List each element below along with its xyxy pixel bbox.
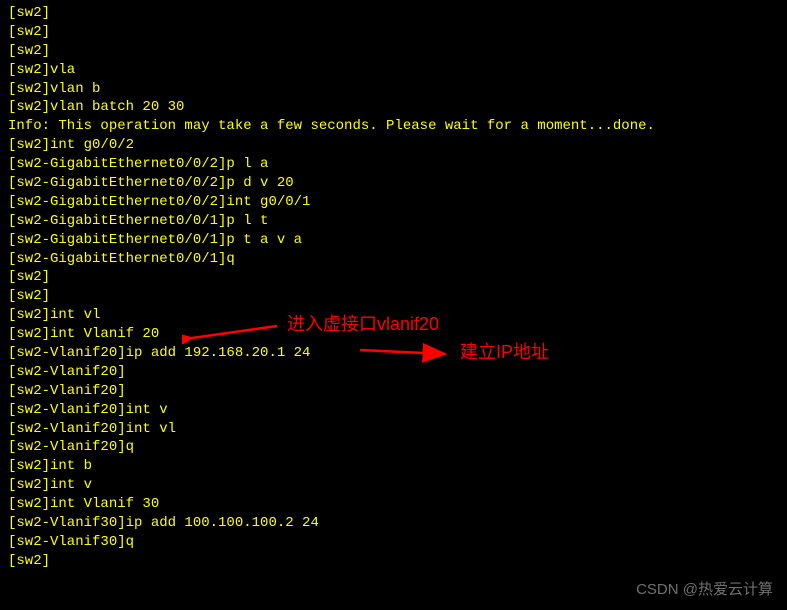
terminal-line: [sw2-Vlanif20]int vl bbox=[8, 420, 779, 439]
terminal-line: [sw2]vla bbox=[8, 61, 779, 80]
terminal-output[interactable]: [sw2] [sw2] [sw2] [sw2]vla [sw2]vlan b [… bbox=[8, 4, 779, 571]
terminal-line: [sw2] bbox=[8, 268, 779, 287]
terminal-line: [sw2]vlan batch 20 30 bbox=[8, 98, 779, 117]
terminal-line: [sw2]int g0/0/2 bbox=[8, 136, 779, 155]
terminal-line: [sw2-GigabitEthernet0/0/2]p l a bbox=[8, 155, 779, 174]
terminal-line: [sw2-GigabitEthernet0/0/1]q bbox=[8, 250, 779, 269]
terminal-line: [sw2-GigabitEthernet0/0/1]p l t bbox=[8, 212, 779, 231]
terminal-line: [sw2-Vlanif20] bbox=[8, 363, 779, 382]
terminal-line: [sw2] bbox=[8, 23, 779, 42]
terminal-line: [sw2]int Vlanif 30 bbox=[8, 495, 779, 514]
terminal-line: [sw2-Vlanif20] bbox=[8, 382, 779, 401]
terminal-line: [sw2-GigabitEthernet0/0/2]int g0/0/1 bbox=[8, 193, 779, 212]
terminal-line: [sw2-Vlanif30]ip add 100.100.100.2 24 bbox=[8, 514, 779, 533]
annotation-set-ip: 建立IP地址 bbox=[460, 340, 549, 364]
terminal-line: [sw2] bbox=[8, 552, 779, 571]
terminal-line: [sw2-GigabitEthernet0/0/1]p t a v a bbox=[8, 231, 779, 250]
terminal-line: [sw2] bbox=[8, 4, 779, 23]
terminal-line: [sw2] bbox=[8, 42, 779, 61]
terminal-line: Info: This operation may take a few seco… bbox=[8, 117, 779, 136]
terminal-line: [sw2-Vlanif30]q bbox=[8, 533, 779, 552]
terminal-line: [sw2]int v bbox=[8, 476, 779, 495]
terminal-line: [sw2-GigabitEthernet0/0/2]p d v 20 bbox=[8, 174, 779, 193]
terminal-line: [sw2-Vlanif20]q bbox=[8, 438, 779, 457]
terminal-line: [sw2-Vlanif20]ip add 192.168.20.1 24 bbox=[8, 344, 779, 363]
watermark: CSDN @热爱云计算 bbox=[636, 580, 773, 600]
annotation-enter-vlanif: 进入虚接口vlanif20 bbox=[287, 312, 439, 336]
terminal-line: [sw2]vlan b bbox=[8, 80, 779, 99]
terminal-line: [sw2]int b bbox=[8, 457, 779, 476]
terminal-line: [sw2-Vlanif20]int v bbox=[8, 401, 779, 420]
terminal-line: [sw2] bbox=[8, 287, 779, 306]
